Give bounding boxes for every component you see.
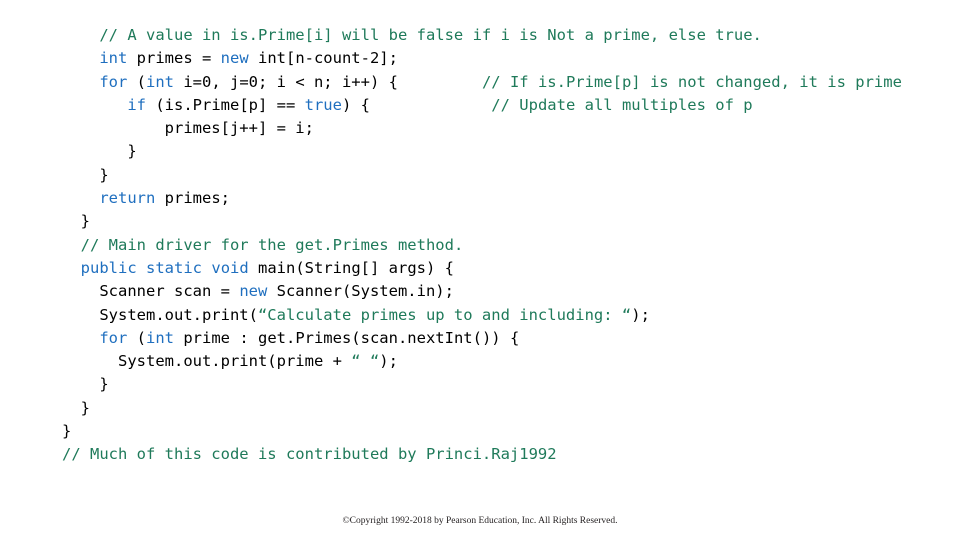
code-token-plain: System.out.print(prime + bbox=[62, 352, 352, 371]
code-token-cmt: // A value in is.Prime[i] will be false … bbox=[99, 26, 762, 44]
code-token-plain: ( bbox=[127, 72, 146, 91]
code-token-plain: System.out.print( bbox=[62, 305, 258, 324]
code-token-plain: primes; bbox=[155, 189, 230, 208]
code-line: } bbox=[62, 164, 922, 187]
code-token-plain: } bbox=[62, 422, 72, 441]
code-token-kw: new bbox=[239, 282, 268, 301]
code-token-kw: true bbox=[304, 95, 342, 114]
code-line: System.out.print(prime + “ “); bbox=[62, 350, 922, 373]
code-token-cmt: // Much of this code is contributed by P… bbox=[62, 445, 557, 464]
code-token-plain: } bbox=[62, 375, 109, 394]
code-token-kw: for bbox=[99, 72, 128, 91]
code-token-cmt: // Main driver for the get.Primes method… bbox=[80, 235, 464, 254]
code-token-plain: ) { bbox=[341, 95, 370, 114]
code-token-plain: primes = bbox=[127, 49, 221, 68]
code-line: // A value in is.Prime[i] will be false … bbox=[62, 24, 922, 47]
code-line: if (is.Prime[p] == true) { // Update all… bbox=[62, 94, 922, 117]
code-token-str: “Calculate primes up to and including: “ bbox=[257, 305, 632, 324]
code-token-kw: new bbox=[220, 49, 249, 68]
code-token-plain: Scanner(System.in); bbox=[267, 282, 454, 301]
code-token-kw: if bbox=[127, 95, 146, 114]
code-token-kw: int bbox=[146, 72, 174, 91]
code-line: primes[j++] = i; bbox=[62, 117, 922, 140]
slide-canvas: // A value in is.Prime[i] will be false … bbox=[0, 0, 960, 540]
code-token-cmt: // Update all multiples of p bbox=[491, 95, 753, 114]
code-line: System.out.print(“Calculate primes up to… bbox=[62, 304, 922, 327]
code-token-str: “ “ bbox=[351, 352, 380, 371]
code-token-plain: int[n-count-2]; bbox=[248, 49, 398, 68]
code-listing: // A value in is.Prime[i] will be false … bbox=[62, 24, 922, 467]
code-line: public static void main(String[] args) { bbox=[62, 257, 922, 280]
code-token-plain: prime : get.Primes(scan.nextInt()) { bbox=[174, 328, 520, 347]
code-token-plain: } bbox=[62, 142, 137, 161]
code-token-plain: ( bbox=[127, 328, 146, 347]
code-line: int primes = new int[n-count-2]; bbox=[62, 47, 922, 70]
code-line: } bbox=[62, 420, 922, 443]
code-line: // Main driver for the get.Primes method… bbox=[62, 234, 922, 257]
code-token-plain: } bbox=[62, 212, 90, 231]
code-line: Scanner scan = new Scanner(System.in); bbox=[62, 280, 922, 303]
code-token-plain: primes[j++] = i; bbox=[62, 119, 314, 138]
code-line: // Much of this code is contributed by P… bbox=[62, 443, 922, 466]
code-token-plain: ); bbox=[379, 352, 398, 371]
code-token-kw: public bbox=[80, 258, 137, 277]
code-line: return primes; bbox=[62, 187, 922, 210]
code-token-plain: ); bbox=[631, 305, 650, 324]
code-line: for (int prime : get.Primes(scan.nextInt… bbox=[62, 327, 922, 350]
code-line: for (int i=0, j=0; i < n; i++) { // If i… bbox=[62, 71, 922, 94]
code-token-plain: } bbox=[62, 398, 90, 417]
code-line: } bbox=[62, 373, 922, 396]
code-token-plain: (is.Prime[p] == bbox=[146, 95, 305, 114]
code-token-kw: int bbox=[99, 49, 128, 68]
code-token-kw: int bbox=[146, 328, 174, 347]
code-line: } bbox=[62, 210, 922, 233]
code-token-plain: i=0, j=0; i < n; i++) { bbox=[174, 72, 398, 91]
code-token-kw: void bbox=[211, 258, 249, 277]
code-token-kw: return bbox=[99, 189, 156, 208]
code-token-kw: static bbox=[146, 258, 203, 277]
code-token-kw: for bbox=[99, 328, 128, 347]
code-token-plain: Scanner scan = bbox=[62, 282, 240, 301]
code-line: } bbox=[62, 397, 922, 420]
code-token-plain: main(String[] args) { bbox=[248, 258, 454, 277]
code-token-plain: } bbox=[62, 165, 109, 184]
code-token-cmt: // If is.Prime[p] is not changed, it is … bbox=[481, 72, 902, 91]
code-line: } bbox=[62, 140, 922, 163]
copyright-notice: ©Copyright 1992-2018 by Pearson Educatio… bbox=[342, 516, 618, 526]
